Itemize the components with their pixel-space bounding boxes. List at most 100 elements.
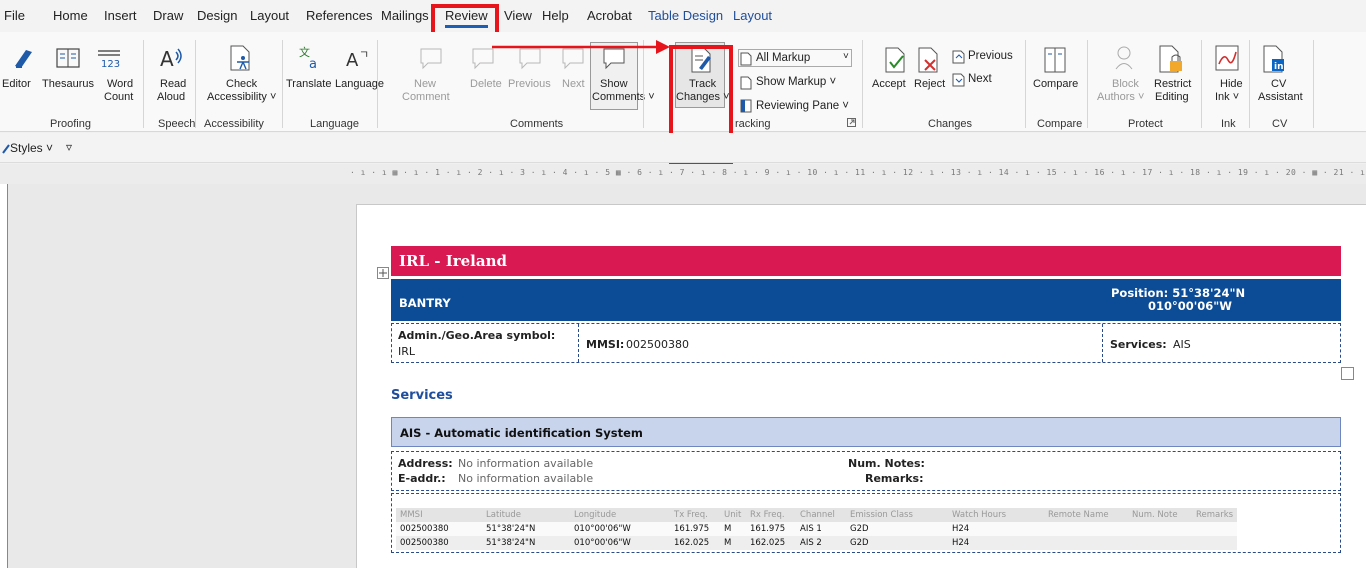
accept-button[interactable]: Accept — [872, 78, 906, 91]
admin-label: Admin./Geo.Area symbol: — [398, 329, 556, 342]
cell-latitude: 51°38'24"N — [482, 536, 570, 550]
annotation-arrow — [492, 40, 670, 54]
tab-acrobat[interactable]: Acrobat — [587, 8, 632, 23]
restrict-editing-label-2: Editing — [1155, 91, 1189, 103]
cell-latitude: 51°38'24"N — [482, 522, 570, 536]
svg-text:in: in — [1274, 62, 1284, 72]
quick-styles-bar: Styles ˅ ▿ — [0, 133, 1366, 163]
next-comment-button[interactable]: Next — [562, 78, 585, 91]
station-header: BANTRY Position: 51°38'24"N 010°00'06"W — [391, 279, 1341, 321]
show-comments-label-2: Comments ˅ — [592, 91, 655, 103]
station-name: BANTRY — [399, 296, 451, 310]
col-channel: Channel — [796, 508, 846, 522]
show-comments-label-1: Show — [600, 78, 628, 90]
cell-emission-class: G2D — [846, 522, 948, 536]
check-accessibility-label-2: Accessibility ˅ — [207, 91, 277, 103]
block-authors-button[interactable]: Block — [1112, 78, 1139, 91]
tab-mailings[interactable]: Mailings — [381, 8, 429, 23]
tab-layout[interactable]: Layout — [250, 8, 289, 23]
table-row: 002500380 51°38'24"N 010°00'06"W 161.975… — [396, 522, 1238, 536]
col-tx-freq: Tx Freq. — [670, 508, 720, 522]
styles-button[interactable]: Styles ˅ — [10, 141, 53, 155]
tab-table-design[interactable]: Table Design — [648, 8, 723, 23]
word-count-button[interactable]: Word — [107, 78, 133, 91]
eaddr-label: E-addr.: — [398, 472, 446, 485]
mmsi-label: MMSI: — [586, 338, 625, 351]
svg-text:123: 123 — [101, 59, 120, 70]
new-comment-button[interactable]: New — [414, 78, 436, 91]
compare-button[interactable]: Compare — [1033, 78, 1078, 91]
tab-view[interactable]: View — [504, 8, 532, 23]
tab-design[interactable]: Design — [197, 8, 237, 23]
reviewing-pane-button[interactable]: Reviewing Pane ˅ — [756, 100, 849, 112]
display-for-review-dropdown[interactable] — [738, 49, 852, 67]
previous-comment-button[interactable]: Previous — [508, 78, 551, 91]
read-aloud-label-2: Aloud — [157, 91, 186, 103]
group-accessibility: Accessibility — [204, 118, 264, 130]
group-cv: CV — [1272, 118, 1288, 130]
word-window: File Home Insert Draw Design Layout Refe… — [0, 0, 1366, 568]
tab-file[interactable]: File — [4, 8, 25, 23]
table-resize-handle[interactable] — [1341, 367, 1354, 380]
cell-tx-freq: 161.975 — [670, 522, 720, 536]
group-divider — [1201, 40, 1202, 128]
cell-emission-class: G2D — [846, 536, 948, 550]
eaddr-value: No information available — [458, 472, 594, 485]
show-markup-button[interactable]: Show Markup ˅ — [756, 76, 836, 88]
ais-channel-table: MMSI Latitude Longitude Tx Freq. Unit Rx… — [396, 508, 1238, 550]
services-label: Services: — [1110, 338, 1167, 351]
horizontal-ruler[interactable]: · ı · ı ▦ · ı · 1 · ı · 2 · ı · 3 · ı · … — [0, 164, 1366, 184]
delete-comment-button[interactable]: Delete — [470, 78, 502, 91]
tab-insert[interactable]: Insert — [104, 8, 137, 23]
cell-divider — [578, 324, 579, 362]
group-divider — [1087, 40, 1088, 128]
dialog-launcher-icon[interactable] — [847, 118, 857, 128]
table-move-handle-icon[interactable] — [377, 267, 389, 279]
ais-header: AIS - Automatic identification System — [391, 417, 1341, 447]
compare-icon — [1044, 47, 1066, 73]
translate-button[interactable]: Translate — [286, 78, 331, 91]
hide-ink-button[interactable]: Hide — [1220, 78, 1243, 91]
accessibility-icon — [230, 45, 250, 71]
cv-assistant-button[interactable]: CV — [1271, 78, 1286, 91]
group-divider — [862, 40, 863, 128]
next-change-button[interactable]: Next — [968, 73, 992, 85]
svg-text:ㄱ: ㄱ — [359, 48, 369, 61]
reject-button[interactable]: Reject — [914, 78, 945, 91]
group-tracking: racking — [735, 118, 771, 130]
translate-icon: 文a — [299, 45, 317, 72]
editor-icon[interactable] — [12, 46, 36, 70]
tab-draw[interactable]: Draw — [153, 8, 183, 23]
editor-button[interactable]: Editor — [2, 78, 31, 91]
cell-divider — [1102, 324, 1103, 362]
cell-watch-hours: H24 — [948, 522, 1044, 536]
cell-channel: AIS 2 — [796, 536, 846, 550]
restrict-editing-button[interactable]: Restrict — [1154, 78, 1191, 91]
col-watch-hours: Watch Hours — [948, 508, 1044, 522]
table-header-row: MMSI Latitude Longitude Tx Freq. Unit Rx… — [396, 508, 1238, 522]
col-mmsi: MMSI — [396, 508, 482, 522]
tab-help[interactable]: Help — [542, 8, 569, 23]
group-divider — [195, 40, 196, 128]
section-title: Services — [391, 388, 453, 403]
tab-table-layout[interactable]: Layout — [733, 8, 772, 23]
read-aloud-icon: A — [160, 47, 182, 71]
accept-icon — [885, 47, 905, 73]
group-divider — [1249, 40, 1250, 128]
cell-remote-name — [1044, 522, 1128, 536]
col-longitude: Longitude — [570, 508, 670, 522]
position-longitude: 010°00'06"W — [1148, 299, 1232, 313]
check-accessibility-button[interactable]: Check — [226, 78, 257, 91]
group-protect: Protect — [1128, 118, 1163, 130]
previous-change-button[interactable]: Previous — [968, 50, 1013, 62]
thesaurus-button[interactable]: Thesaurus — [42, 78, 94, 91]
group-divider — [377, 40, 378, 128]
cell-channel: AIS 1 — [796, 522, 846, 536]
document-page[interactable]: IRL - Ireland BANTRY Position: 51°38'24"… — [356, 204, 1366, 568]
ais-table-container: MMSI Latitude Longitude Tx Freq. Unit Rx… — [391, 493, 1341, 553]
tab-references[interactable]: References — [306, 8, 372, 23]
read-aloud-button[interactable]: Read — [160, 78, 186, 91]
customize-toolbar-button[interactable]: ▿ — [66, 140, 72, 154]
tab-home[interactable]: Home — [53, 8, 88, 23]
group-compare: Compare — [1037, 118, 1083, 130]
